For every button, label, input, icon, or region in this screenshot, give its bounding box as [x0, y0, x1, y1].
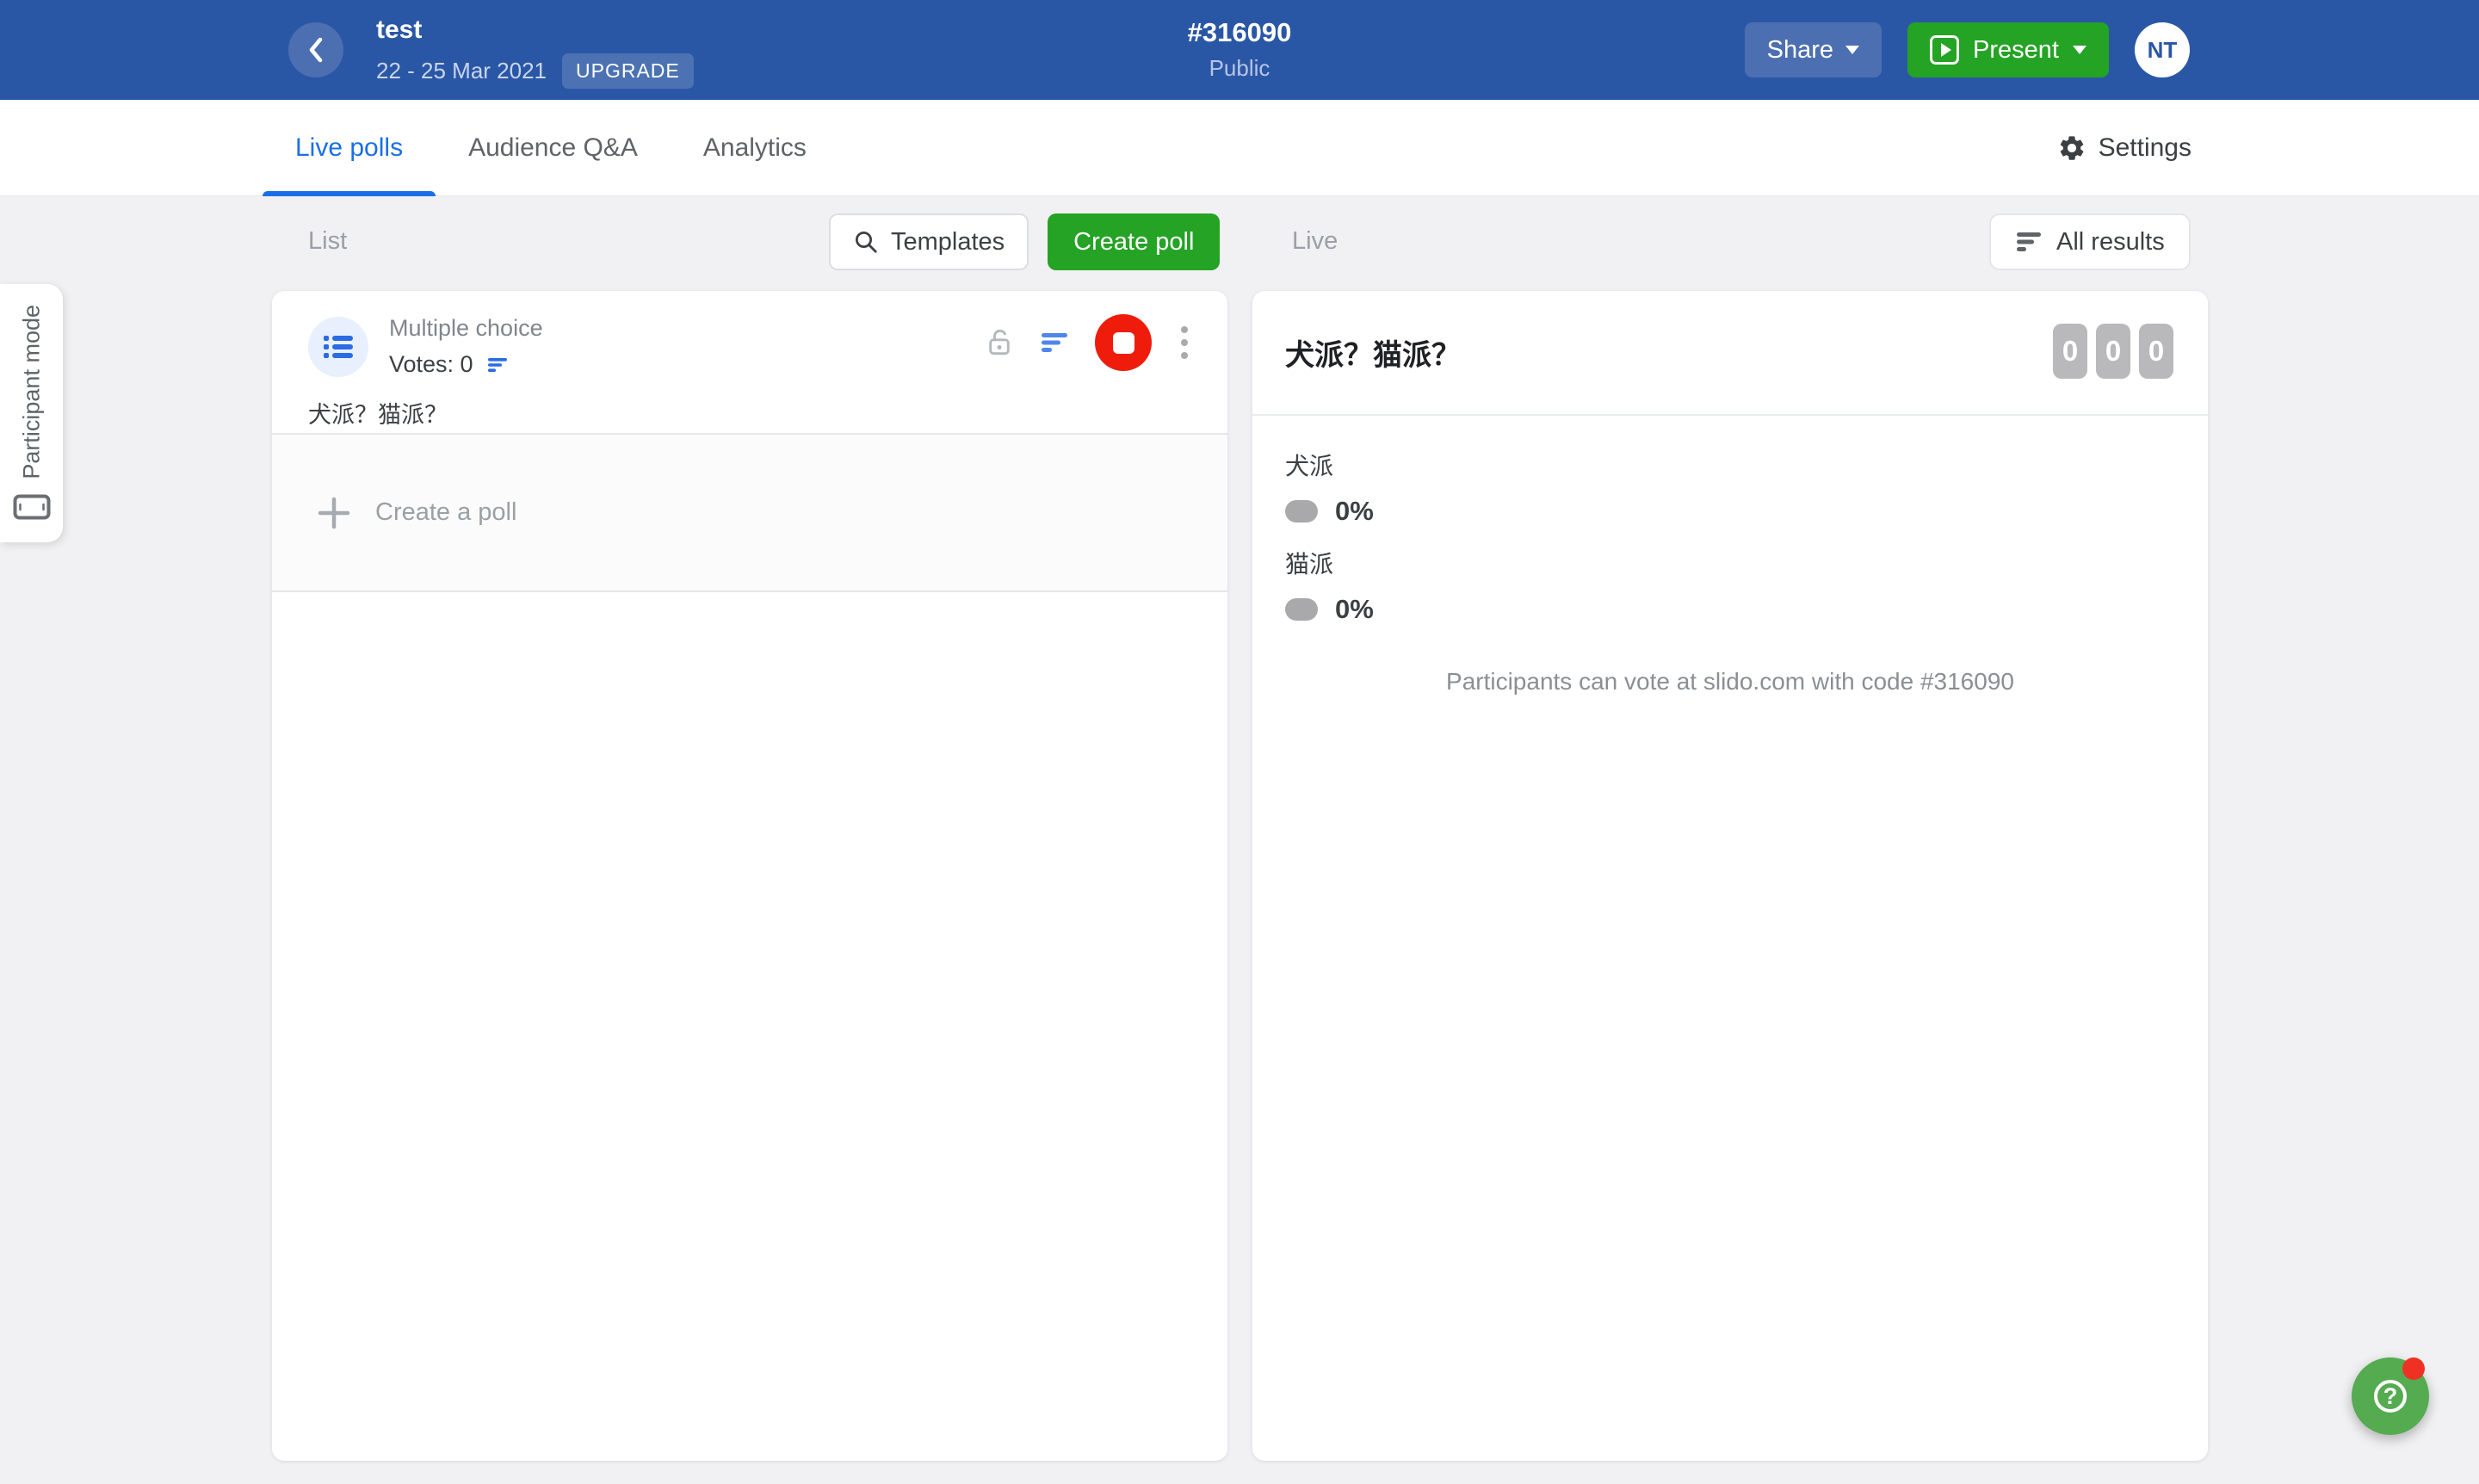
stop-icon [1113, 332, 1134, 354]
poll-option-row: 犬派 0% [1285, 448, 1374, 527]
search-icon [853, 229, 879, 255]
live-results-panel: 犬派？猫派？ 0 0 0 犬派 0% 猫派 0% Participants ca… [1252, 291, 2208, 1461]
counter-digit: 0 [2053, 324, 2087, 379]
share-button[interactable]: Share [1745, 22, 1882, 77]
live-pane-label: Live [1292, 227, 1338, 256]
counter-digit: 0 [2139, 324, 2173, 379]
upgrade-badge[interactable]: UPGRADE [562, 53, 694, 89]
poll-option-label: 猫派 [1285, 546, 1374, 580]
bar-chart-icon [2015, 230, 2043, 254]
kebab-menu-icon[interactable] [1176, 321, 1193, 364]
active-tab-underline [263, 191, 436, 196]
tab-audience-qa-label: Audience Q&A [468, 133, 638, 163]
bar-chart-icon [487, 356, 508, 374]
settings-button[interactable]: Settings [2057, 100, 2192, 196]
gear-icon [2057, 133, 2086, 163]
event-visibility: Public [1188, 55, 1292, 82]
tab-analytics-label: Analytics [703, 133, 807, 163]
share-button-label: Share [1767, 36, 1833, 65]
vote-instructions: Participants can vote at slido.com with … [1252, 668, 2208, 696]
templates-button[interactable]: Templates [829, 213, 1029, 270]
templates-button-label: Templates [891, 228, 1005, 257]
poll-list-panel: Multiple choice Votes: 0 犬派？猫派？ [272, 291, 1227, 1461]
poll-votes-count: Votes: 0 [389, 351, 473, 378]
poll-type-label: Multiple choice [389, 315, 543, 342]
presentation-play-icon [1930, 35, 1959, 65]
tab-live-polls-label: Live polls [295, 133, 403, 163]
event-title: test [376, 15, 694, 45]
event-header: test 22 - 25 Mar 2021 UPGRADE #316090 Pu… [0, 0, 2479, 100]
create-a-poll-label: Create a poll [375, 498, 516, 527]
poll-type-tile [308, 317, 368, 377]
create-poll-button[interactable]: Create poll [1048, 213, 1220, 270]
chevron-down-icon [1845, 46, 1859, 54]
tab-analytics[interactable]: Analytics [671, 100, 839, 196]
event-code-block: #316090 Public [1188, 17, 1292, 82]
notification-dot [2402, 1357, 2425, 1380]
result-bar [1285, 500, 1318, 522]
participant-mode-label: Participant mode [18, 305, 45, 479]
help-button[interactable]: ? [2352, 1357, 2429, 1435]
create-a-poll-row[interactable]: Create a poll [272, 435, 1227, 592]
section-tabs-bar: Live polls Audience Q&A Analytics Settin… [0, 100, 2479, 196]
chevron-left-icon [305, 34, 327, 65]
counter-digit: 0 [2096, 324, 2130, 379]
phone-icon [13, 494, 51, 520]
present-button[interactable]: Present [1907, 22, 2109, 77]
poll-option-row: 猫派 0% [1285, 546, 1374, 625]
tab-live-polls[interactable]: Live polls [263, 100, 436, 196]
result-percent: 0% [1335, 496, 1374, 527]
event-code: #316090 [1188, 17, 1292, 48]
chevron-down-icon [2073, 46, 2086, 54]
event-title-block: test 22 - 25 Mar 2021 UPGRADE [376, 15, 694, 89]
bar-chart-icon[interactable] [1040, 330, 1071, 356]
stop-poll-button[interactable] [1095, 314, 1152, 371]
present-button-label: Present [1973, 36, 2059, 65]
question-mark-icon: ? [2374, 1380, 2407, 1413]
plus-icon [315, 494, 353, 532]
result-percent: 0% [1335, 594, 1374, 625]
slido-admin-page: test 22 - 25 Mar 2021 UPGRADE #316090 Pu… [0, 0, 2479, 1484]
back-button[interactable] [288, 22, 343, 77]
poll-list-item[interactable]: Multiple choice Votes: 0 犬派？猫派？ [272, 291, 1227, 435]
participant-mode-tab[interactable]: Participant mode [0, 284, 63, 542]
poll-question-text: 犬派？猫派？ [308, 396, 448, 430]
result-bar [1285, 598, 1318, 621]
event-date-range: 22 - 25 Mar 2021 [376, 58, 547, 84]
list-pane-label: List [308, 227, 347, 256]
live-question-title: 犬派？猫派？ [1285, 331, 1461, 374]
create-poll-button-label: Create poll [1073, 228, 1194, 257]
vote-counter: 0 0 0 [2053, 324, 2173, 379]
all-results-button[interactable]: All results [1989, 213, 2191, 270]
settings-label: Settings [2099, 133, 2192, 163]
user-avatar[interactable]: NT [2135, 22, 2190, 77]
tab-audience-qa[interactable]: Audience Q&A [436, 100, 671, 196]
poll-option-label: 犬派 [1285, 448, 1374, 482]
multiple-choice-list-icon [323, 333, 354, 361]
all-results-button-label: All results [2056, 228, 2165, 257]
lock-open-icon[interactable] [983, 326, 1016, 359]
